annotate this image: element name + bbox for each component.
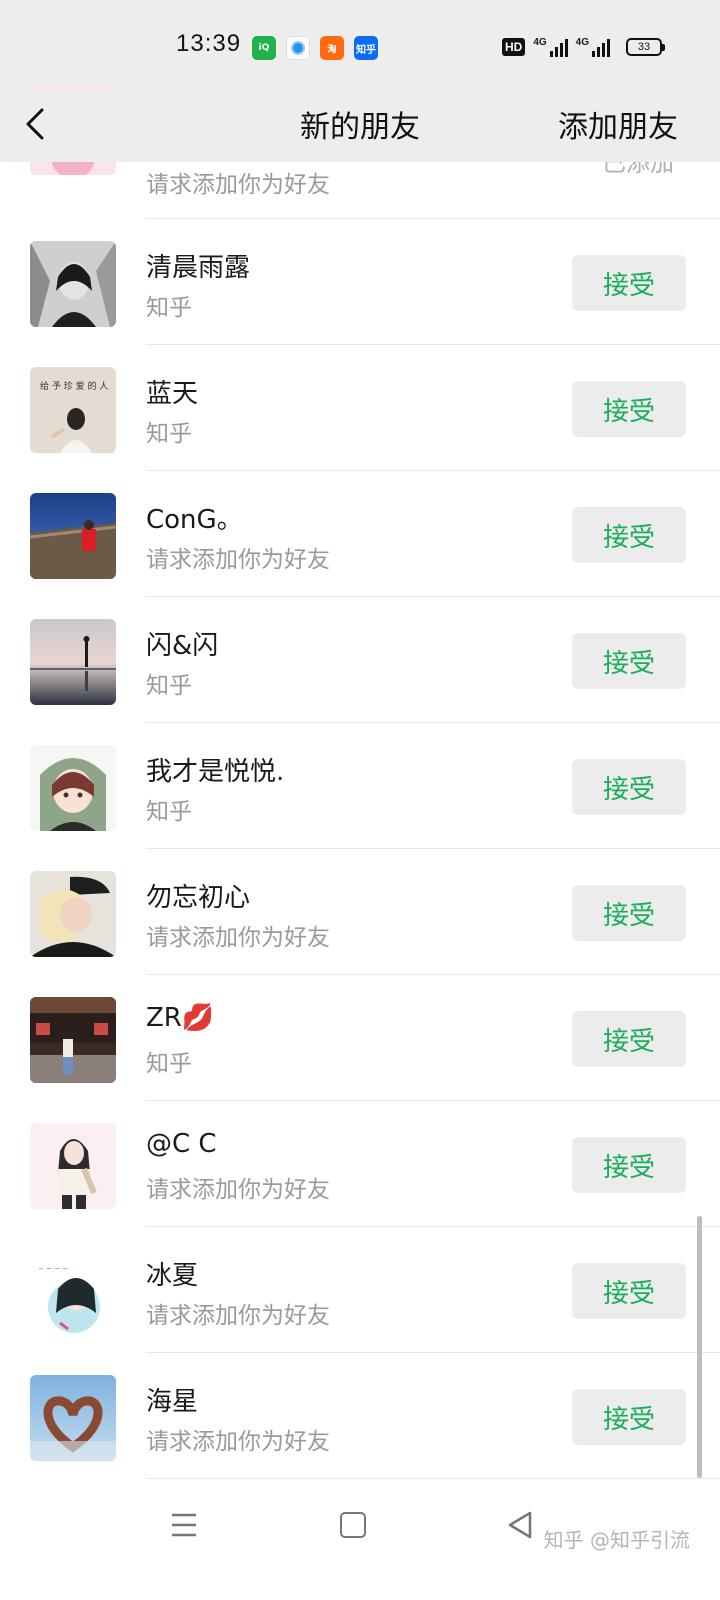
friend-name: 勿忘初心 [146, 883, 251, 913]
signal-icon: 4G [533, 37, 568, 57]
list-item[interactable]: 给 予 珍 爱 的 人 蓝天 知乎 接受 [0, 345, 720, 471]
friend-name: 蓝天 [146, 379, 199, 409]
header-bar: 新的朋友 添加朋友 [0, 90, 720, 162]
list-item[interactable]: 闪&闪 知乎 接受 [0, 597, 720, 723]
signal-icon-2: 4G [576, 37, 610, 57]
request-subtitle: 请求添加你为好友 [146, 925, 330, 951]
system-status-icons: HD 4G 4G [501, 37, 610, 57]
taobao-icon: 淘 [320, 36, 344, 60]
avatar: ~ ~ ~ ~ [30, 1249, 116, 1335]
menu-icon[interactable] [170, 1512, 198, 1538]
accept-button[interactable]: 接受 [572, 1263, 686, 1319]
status-time: 13:39 [176, 30, 242, 57]
list-item[interactable]: 清晨雨露 知乎 接受 [0, 219, 720, 345]
request-subtitle: 请求添加你为好友 [146, 547, 330, 573]
accept-button[interactable]: 接受 [572, 1389, 686, 1445]
system-navigation-bar: 知乎 @知乎引流 [0, 1484, 720, 1600]
avatar [30, 1375, 116, 1461]
request-subtitle: 请求添加你为好友 [146, 1303, 330, 1329]
friend-source: 知乎 [146, 295, 192, 321]
accept-button[interactable]: 接受 [572, 507, 686, 563]
zhihu-icon: 知乎 [354, 36, 378, 60]
friend-name: ZR💋 [146, 1003, 215, 1033]
scrollbar[interactable] [697, 1216, 702, 1478]
friend-name: 清晨雨露 [146, 253, 251, 283]
add-friend-button[interactable]: 添加朋友 [558, 102, 678, 146]
list-item[interactable]: 勿忘初心 请求添加你为好友 接受 [0, 849, 720, 975]
watermark: 知乎 @知乎引流 [543, 1528, 690, 1552]
accept-button[interactable]: 接受 [572, 381, 686, 437]
svg-text:给 予 珍 爱 的 人: 给 予 珍 爱 的 人 [40, 380, 108, 392]
accept-button[interactable]: 接受 [572, 255, 686, 311]
request-subtitle: 请求添加你为好友 [146, 172, 330, 198]
avatar [30, 871, 116, 957]
status-bar: 13:39 iQ 淘 知乎 HD 4G 4G 33 [0, 0, 720, 90]
avatar [30, 619, 116, 705]
friend-source: 知乎 [146, 1051, 192, 1077]
friend-name: 闪&闪 [146, 631, 219, 661]
list-item[interactable]: 海星 请求添加你为好友 接受 [0, 1353, 720, 1479]
list-item[interactable]: ConG。 请求添加你为好友 接受 [0, 471, 720, 597]
back-triangle-icon[interactable] [506, 1510, 534, 1540]
list-item[interactable]: 我才是悦悦. 知乎 接受 [0, 723, 720, 849]
svg-text:~ ~ ~ ~: ~ ~ ~ ~ [38, 1265, 68, 1273]
friend-name: @C C [146, 1129, 217, 1159]
hd-badge: HD [501, 38, 526, 56]
accept-button[interactable]: 接受 [572, 1011, 686, 1067]
list-item[interactable]: ~ ~ ~ ~ 冰夏 请求添加你为好友 接受 [0, 1227, 720, 1353]
list-item[interactable]: ZR💋 知乎 接受 [0, 975, 720, 1101]
accept-button[interactable]: 接受 [572, 885, 686, 941]
avatar [30, 493, 116, 579]
friend-name: 我才是悦悦. [146, 757, 285, 787]
battery-icon: 33 [626, 38, 665, 56]
avatar [30, 241, 116, 327]
friend-source: 知乎 [146, 799, 192, 825]
browser-icon [286, 36, 310, 60]
list-item[interactable]: @C C 请求添加你为好友 接受 [0, 1101, 720, 1227]
friend-source: 知乎 [146, 421, 192, 447]
friend-name: ConG。 [146, 505, 243, 535]
request-subtitle: 请求添加你为好友 [146, 1429, 330, 1455]
accept-button[interactable]: 接受 [572, 1137, 686, 1193]
home-icon[interactable] [340, 1512, 366, 1538]
friend-name: 海星 [146, 1387, 199, 1417]
friend-request-list: 请求添加你为好友 已添加 清晨雨露 知乎 接受 给 予 珍 爱 的 人 蓝天 知… [0, 87, 720, 1479]
iqiyi-icon: iQ [252, 36, 276, 60]
avatar [30, 997, 116, 1083]
avatar: 给 予 珍 爱 的 人 [30, 367, 116, 453]
friend-name: 冰夏 [146, 1261, 199, 1291]
avatar [30, 745, 116, 831]
accept-button[interactable]: 接受 [572, 633, 686, 689]
request-subtitle: 请求添加你为好友 [146, 1177, 330, 1203]
accept-button[interactable]: 接受 [572, 759, 686, 815]
friend-source: 知乎 [146, 673, 192, 699]
avatar [30, 1123, 116, 1209]
